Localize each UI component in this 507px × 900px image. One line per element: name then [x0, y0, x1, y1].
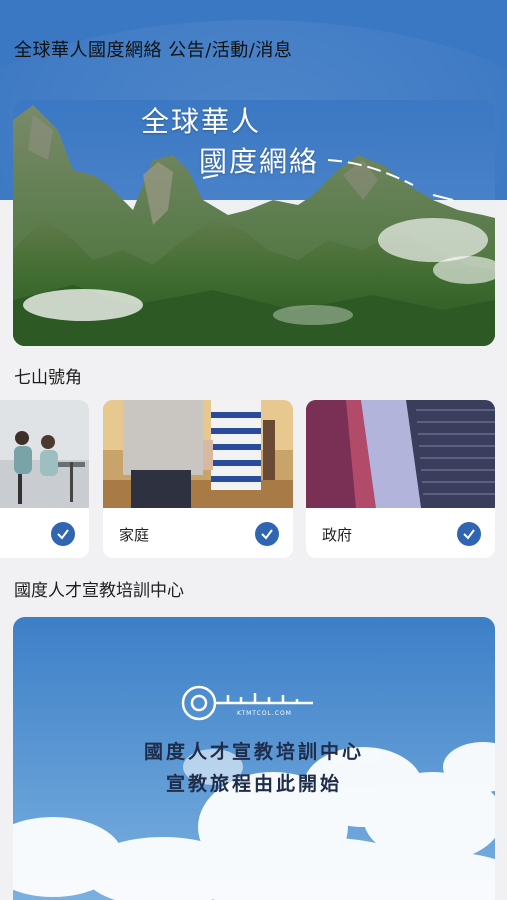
- check-icon: [255, 522, 279, 546]
- training-center-banner[interactable]: KTMTCOL.COM 國度人才宣教培訓中心 宣教旅程由此開始: [13, 617, 495, 900]
- buildings-photo: [306, 400, 495, 508]
- category-label-family: 家庭: [119, 526, 150, 544]
- meeting-photo: [0, 400, 89, 508]
- hero-banner[interactable]: 全球華人 國度網絡: [13, 100, 495, 346]
- check-icon: [457, 522, 481, 546]
- section-title-training-center: 國度人才宣教培訓中心: [14, 581, 184, 601]
- training-headline: 國度人才宣教培訓中心: [143, 741, 364, 763]
- section-title-seven-mountains: 七山號角: [14, 368, 82, 388]
- category-carousel[interactable]: 家庭 政府: [0, 400, 507, 560]
- banner-headline-1: 全球華人: [141, 105, 262, 138]
- category-label-government: 政府: [322, 526, 353, 544]
- category-card-government[interactable]: 政府: [306, 400, 495, 558]
- training-subheadline: 宣教旅程由此開始: [165, 773, 342, 795]
- logo-caption: KTMTCOL.COM: [237, 710, 292, 717]
- couple-photo: [103, 400, 293, 508]
- check-icon: [51, 522, 75, 546]
- page-title: 全球華人國度網絡 公告/活動/消息: [14, 40, 293, 61]
- banner-headline-2: 國度網絡: [199, 145, 320, 178]
- category-card-business[interactable]: [0, 400, 89, 558]
- category-card-family[interactable]: 家庭: [103, 400, 293, 558]
